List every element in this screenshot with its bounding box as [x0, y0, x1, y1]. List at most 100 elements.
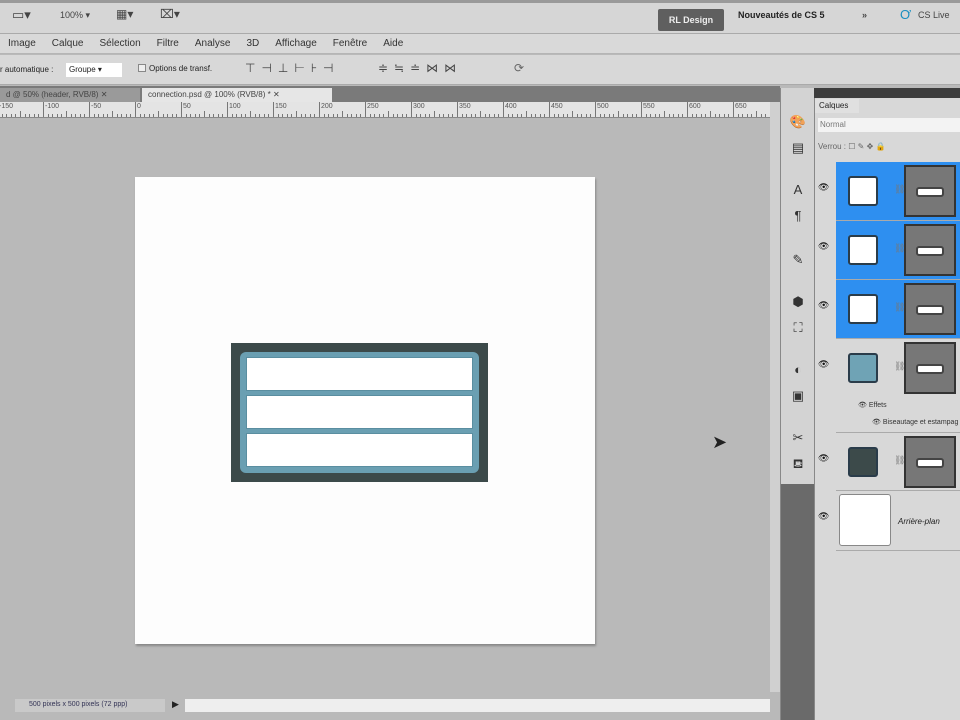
- clone-source-icon[interactable]: ⛾: [787, 456, 809, 474]
- screen-mode-icon[interactable]: ▭▾: [12, 7, 31, 23]
- menu-2[interactable]: Sélection: [92, 38, 149, 49]
- options-bar: r automatique : Groupe ▾ Options de tran…: [0, 55, 960, 85]
- visibility-eye-icon[interactable]: 👁: [818, 241, 832, 252]
- vector-mask-thumbnail: [904, 342, 956, 394]
- layer-thumbnail: [848, 176, 878, 206]
- menu-1[interactable]: Calque: [44, 38, 92, 49]
- swatches-icon[interactable]: ▤: [787, 140, 809, 158]
- ruler-label: 400: [505, 103, 517, 110]
- vertical-scrollbar[interactable]: [770, 102, 780, 692]
- effects-label[interactable]: 👁 Effets: [858, 401, 887, 409]
- layer-thumbnail: [848, 353, 878, 383]
- vector-mask-thumbnail: [904, 224, 956, 276]
- ruler-tick: [549, 102, 550, 117]
- auto-align-icon[interactable]: ⟳: [514, 61, 524, 75]
- ruler-tick: [365, 102, 366, 117]
- transform-controls-checkbox[interactable]: [138, 64, 146, 72]
- zoom-level: 100%: [60, 10, 84, 20]
- character-icon[interactable]: A: [787, 182, 809, 200]
- tools-icon[interactable]: ✂: [787, 430, 809, 448]
- status-menu-arrow-icon[interactable]: ▶: [172, 699, 179, 710]
- distribute-buttons-icon[interactable]: ≑≒≐⋈⋈: [378, 61, 462, 75]
- menu-6[interactable]: Affichage: [267, 38, 325, 49]
- ruler-label: 650: [735, 103, 747, 110]
- ruler-tick: [641, 102, 642, 117]
- login-form-graphic: [231, 343, 488, 482]
- auto-select-dropdown[interactable]: Groupe ▾: [66, 63, 122, 77]
- ruler-label: -50: [91, 103, 102, 110]
- vector-mask-thumbnail: [904, 283, 956, 335]
- menu-0[interactable]: Image: [0, 38, 44, 49]
- ruler-tick: [457, 102, 458, 117]
- align-buttons-icon[interactable]: ⊤⊣⊥⊢⊦⊣: [245, 61, 340, 75]
- layer-thumbnail: [848, 235, 878, 265]
- ruler-label: 100: [229, 103, 241, 110]
- zoom-level-dropdown[interactable]: 100% ▾: [60, 10, 90, 21]
- visibility-eye-icon[interactable]: 👁: [818, 511, 832, 522]
- ruler-label: -100: [45, 103, 60, 110]
- ruler-tick: [89, 102, 90, 117]
- more-workspaces-button[interactable]: »: [862, 10, 867, 20]
- menu-5[interactable]: 3D: [238, 38, 267, 49]
- arrange-documents-icon[interactable]: ▦▾: [116, 7, 133, 21]
- bevel-emboss-effect[interactable]: 👁 Biseautage et estampage: [872, 418, 958, 426]
- ruler-tick: [43, 102, 44, 117]
- ruler-label: 150: [275, 103, 287, 110]
- document-tabs: d @ 50% (header, RVB/8) ✕ connection.psd…: [0, 86, 780, 102]
- transform-icon[interactable]: ⛶: [787, 320, 809, 338]
- lock-label: Verrou :: [818, 142, 847, 151]
- ruler-tick: [503, 102, 504, 117]
- 3d-icon[interactable]: ⬢: [787, 294, 809, 312]
- ruler-label: 350: [459, 103, 471, 110]
- lock-icons[interactable]: ☐ ✎ ✥ 🔒: [848, 142, 885, 151]
- ruler-label: 250: [367, 103, 379, 110]
- cs-live-button[interactable]: CS Live: [918, 10, 950, 20]
- horizontal-scrollbar[interactable]: [185, 699, 770, 712]
- masks-icon[interactable]: ▣: [787, 388, 809, 406]
- menu-3[interactable]: Filtre: [149, 38, 187, 49]
- tab-label: d @ 50% (header, RVB/8): [6, 90, 99, 99]
- paragraph-icon[interactable]: ¶: [787, 208, 809, 226]
- panel-header[interactable]: [814, 88, 960, 98]
- visibility-eye-icon[interactable]: 👁: [818, 182, 832, 193]
- close-icon[interactable]: ✕: [273, 90, 280, 99]
- ruler-tick: [227, 102, 228, 117]
- ruler-label: 200: [321, 103, 333, 110]
- ruler-label: 550: [643, 103, 655, 110]
- ruler-tick: [733, 102, 734, 117]
- close-icon[interactable]: ✕: [101, 90, 108, 99]
- adjustments-icon[interactable]: ◐: [787, 362, 809, 380]
- ruler-tick: [135, 102, 136, 117]
- visibility-eye-icon[interactable]: 👁: [818, 359, 832, 370]
- auto-select-value: Groupe: [69, 65, 96, 74]
- brush-presets-icon[interactable]: ✎: [787, 252, 809, 270]
- menu-8[interactable]: Aide: [375, 38, 411, 49]
- ruler-tick: [319, 102, 320, 117]
- form-field: [246, 433, 473, 467]
- menu-7[interactable]: Fenêtre: [325, 38, 375, 49]
- blend-mode-dropdown[interactable]: Normal: [818, 118, 960, 132]
- form-field: [246, 395, 473, 429]
- ruler-label: 450: [551, 103, 563, 110]
- auto-select-label: r automatique :: [0, 65, 54, 74]
- tab-connection-doc[interactable]: connection.psd @ 100% (RVB/8) * ✕: [142, 88, 332, 102]
- visibility-eye-icon[interactable]: 👁: [818, 300, 832, 311]
- transform-controls-label: Options de transf.: [149, 64, 213, 73]
- mouse-cursor-icon: ➤: [712, 432, 728, 452]
- tab-header-doc[interactable]: d @ 50% (header, RVB/8) ✕: [0, 88, 140, 102]
- lock-row: Verrou : ☐ ✎ ✥ 🔒: [818, 142, 885, 151]
- screen-layout-icon[interactable]: ⌧▾: [160, 7, 180, 21]
- visibility-eye-icon[interactable]: 👁: [818, 453, 832, 464]
- color-palette-icon[interactable]: 🎨: [787, 114, 809, 132]
- workspace-rl-design-button[interactable]: RL Design: [658, 9, 724, 31]
- layer-thumbnail: [848, 294, 878, 324]
- form-frame: [240, 352, 479, 473]
- layers-tab[interactable]: Calques: [815, 99, 859, 113]
- cs-live-icon[interactable]: Ơ: [900, 7, 911, 22]
- layer-name[interactable]: Arrière-plan: [898, 517, 940, 526]
- menu-4[interactable]: Analyse: [187, 38, 239, 49]
- whats-new-workspace[interactable]: Nouveautés de CS 5: [738, 10, 825, 20]
- document-info: 500 pixels x 500 pixels (72 ppp): [15, 699, 165, 712]
- vector-mask-thumbnail: [904, 436, 956, 488]
- ruler-label: -150: [0, 103, 14, 110]
